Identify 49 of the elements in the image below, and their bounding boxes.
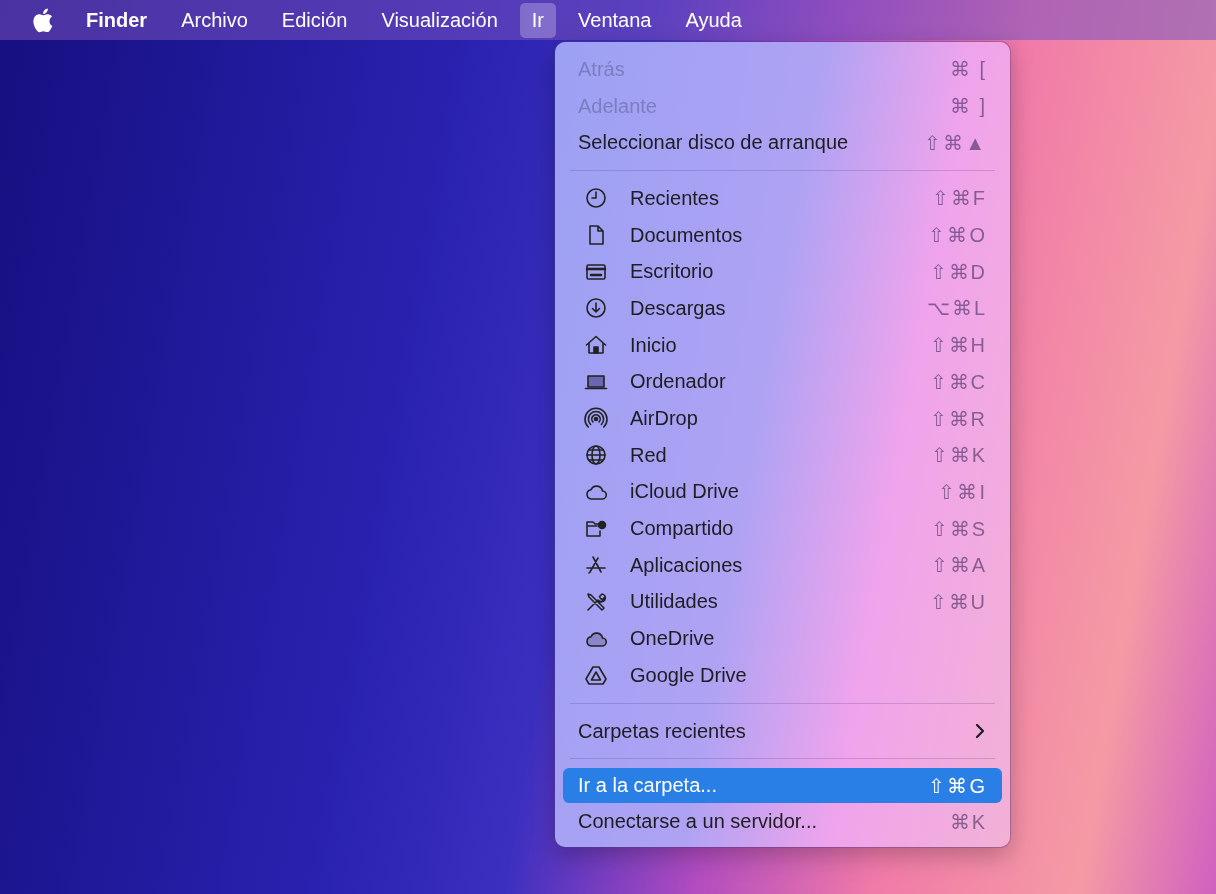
clock-icon [584,186,608,211]
chevron-right-icon [973,722,987,741]
menu-item[interactable]: Inicio ⇧⌘H [563,326,1002,364]
keyboard-shortcut: ⇧⌘▲ [924,130,987,155]
keyboard-shortcut: ⌥⌘L [926,296,987,321]
menu-item[interactable]: Recientes ⇧⌘F [563,180,1002,217]
menu-item[interactable]: Carpetas recientes [563,712,1002,750]
menu-bar-item[interactable]: Ventana [566,2,664,38]
keyboard-shortcut: ⇧⌘H [929,333,987,358]
menu-item[interactable]: Compartido ⇧⌘S [563,510,1002,547]
keyboard-shortcut: ⇧⌘A [930,553,987,578]
menu-item[interactable]: OneDrive [563,620,1002,657]
download-icon [584,296,608,321]
menu-item[interactable]: Aplicaciones ⇧⌘A [563,546,1002,584]
keyboard-shortcut: ⌘ [ [949,57,987,82]
keyboard-shortcut: ⇧⌘O [928,223,987,248]
keyboard-shortcut: ⇧⌘G [928,773,987,798]
menu-item[interactable]: Utilidades ⇧⌘U [563,583,1002,621]
menu-item[interactable]: Conectarse a un servidor... ⌘K [563,803,1002,841]
keyboard-shortcut: ⇧⌘F [931,186,987,211]
menu-bar-item[interactable]: Ayuda [673,2,754,38]
keyboard-shortcut: ⇧⌘D [929,259,987,284]
globe-icon [584,443,608,468]
menu-item[interactable]: Ordenador ⇧⌘C [563,363,1002,401]
menu-bar-item[interactable]: Ir [519,2,557,38]
menu-bar-item[interactable]: Edición [269,2,360,38]
keyboard-shortcut: ⇧⌘S [930,516,987,541]
menu-item[interactable]: iCloud Drive ⇧⌘I [563,473,1002,511]
keyboard-shortcut: ⇧⌘R [929,406,987,431]
triangle-drive-icon [584,663,608,688]
menu-item[interactable]: Documentos ⇧⌘O [563,216,1002,254]
menu-item[interactable]: Red ⇧⌘K [563,436,1002,474]
keyboard-shortcut: ⇧⌘U [929,589,987,614]
menu-bar-item[interactable]: Finder [74,2,160,38]
menu-item[interactable]: Seleccionar disco de arranque ⇧⌘▲ [563,124,1002,162]
menu-item[interactable]: Ir a la carpeta... ⇧⌘G [563,768,1002,804]
broadcast-icon [584,406,608,431]
menu-item[interactable]: AirDrop ⇧⌘R [563,400,1002,437]
keyboard-shortcut: ⌘ ] [949,94,987,119]
menu-item[interactable]: Google Drive [563,657,1002,694]
menu-item[interactable]: Descargas ⌥⌘L [563,290,1002,327]
keyboard-shortcut: ⌘K [949,809,987,834]
keyboard-shortcut: ⇧⌘I [938,479,987,504]
menu-item[interactable]: Escritorio ⇧⌘D [563,253,1002,291]
menu-bar-item[interactable]: Visualización [369,2,510,38]
keyboard-shortcut: ⇧⌘C [929,369,987,394]
apple-logo-icon[interactable] [30,6,54,34]
keyboard-shortcut: ⇧⌘K [930,443,987,468]
menu-bar-item[interactable]: Archivo [169,2,260,38]
